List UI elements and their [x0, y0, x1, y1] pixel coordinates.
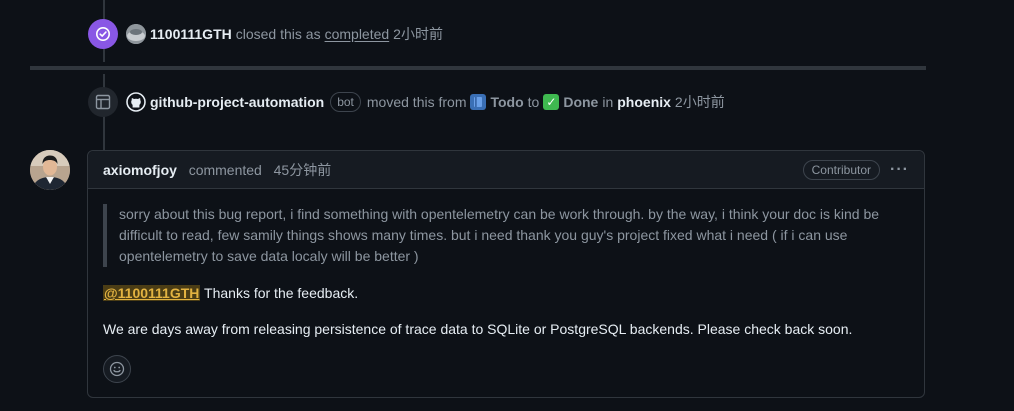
- comment-action: commented: [188, 161, 262, 178]
- project-link[interactable]: phoenix: [617, 94, 671, 110]
- table-icon: [88, 87, 118, 117]
- check-circle-icon: [88, 19, 118, 49]
- reply-text: Thanks for the feedback.: [204, 285, 359, 301]
- comment: axiomofjoy commented 45分钟前 Contributor ·…: [87, 150, 925, 398]
- to-word: to: [527, 94, 540, 110]
- event-time[interactable]: 2小时前: [393, 24, 443, 44]
- event-actor[interactable]: 1100111GTH: [150, 26, 232, 42]
- comment-time[interactable]: 45分钟前: [274, 162, 332, 178]
- completed-link[interactable]: completed: [325, 26, 390, 42]
- to-column: Done: [563, 94, 599, 110]
- in-word: in: [602, 94, 614, 110]
- reply-paragraph: @1100111GTH Thanks for the feedback.: [103, 283, 909, 303]
- user-mention[interactable]: @1100111GTH: [103, 285, 201, 301]
- contributor-badge: Contributor: [802, 159, 881, 180]
- white-check-mark-icon: ✓: [543, 94, 560, 110]
- bot-label: bot: [330, 92, 361, 112]
- avatar[interactable]: [30, 150, 70, 190]
- blue-book-icon: [470, 94, 487, 110]
- comment-body: sorry about this bug report, i find some…: [88, 189, 924, 383]
- comment-author[interactable]: axiomofjoy: [103, 162, 177, 178]
- event-actor[interactable]: github-project-automation: [150, 94, 324, 110]
- comment-paragraph: We are days away from releasing persiste…: [103, 321, 853, 337]
- avatar[interactable]: [126, 24, 146, 44]
- event-action: moved this from: [366, 94, 467, 110]
- quoted-text: sorry about this bug report, i find some…: [103, 204, 909, 267]
- from-column: Todo: [490, 94, 524, 110]
- event-time[interactable]: 2小时前: [675, 92, 725, 112]
- github-mark-icon[interactable]: [126, 92, 146, 112]
- comment-header: axiomofjoy commented 45分钟前 Contributor ·…: [88, 151, 924, 189]
- event-action: closed this as: [235, 26, 321, 42]
- timeline-divider: [30, 66, 926, 70]
- moved-event: github-project-automation bot moved this…: [88, 87, 725, 117]
- kebab-horizontal-icon[interactable]: ···: [890, 161, 909, 179]
- smiley-icon[interactable]: [103, 355, 131, 383]
- closed-event: 1100111GTH closed this as completed 2小时前: [88, 19, 443, 49]
